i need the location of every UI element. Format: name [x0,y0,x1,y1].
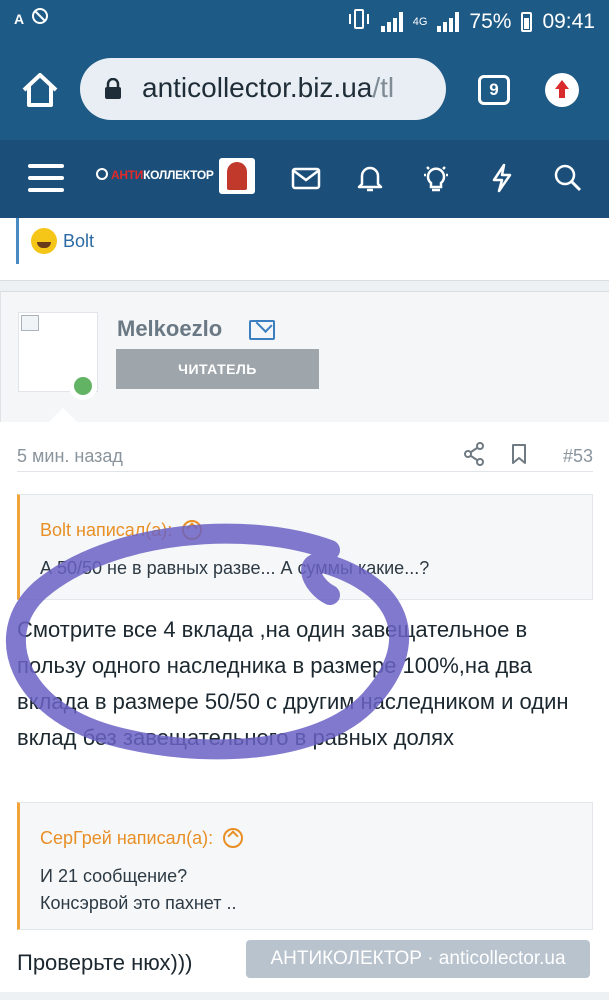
jump-up-icon-2[interactable] [223,828,244,848]
quote-text-2: И 21 сообщение? Консэрвой это пахнет .. [20,857,592,917]
inbox-icon[interactable] [290,162,322,194]
url-path: /tl [372,72,395,103]
url-domain: anticollector.biz.ua [142,72,373,103]
battery-percent: 75% [469,10,512,33]
site-logo[interactable]: АНТИКОЛЛЕКТОР [96,168,214,182]
status-bar: A 4G 75% 09:41 [0,0,609,40]
reaction-user[interactable]: Bolt [63,231,94,252]
user-avatar[interactable] [219,158,255,194]
jump-up-icon[interactable] [182,520,203,540]
post-number[interactable]: #53 [563,446,593,467]
svg-text:A: A [14,11,24,27]
search-icon[interactable] [552,162,584,194]
menu-icon[interactable] [28,164,64,194]
vibrate-icon [347,8,371,36]
post-body-2: Проверьте нюх))) [17,950,193,975]
home-icon [22,73,58,107]
post-separator [0,280,609,292]
previous-post: Bolt [0,218,609,292]
header-pointer [49,408,77,422]
post-meta: 5 мин. назад #53 [17,422,593,472]
message-icon[interactable] [249,320,275,340]
post-body: Смотрите все 4 вклада ,на один завещател… [17,617,569,750]
signal-icon-2 [437,12,460,32]
quote-block: Bolt написал(а): А 50/50 не в равных раз… [17,494,593,600]
quote-header[interactable]: Bolt написал(а): [20,495,592,549]
bell-icon[interactable] [354,162,386,194]
signal-icon [380,12,403,32]
lightbulb-icon[interactable] [420,162,452,194]
network-type: 4G [412,16,428,28]
browser-toolbar: anticollector.biz.ua/tl 9 [0,40,609,140]
notification-icons: A [14,6,54,37]
quote-line-1: И 21 сообщение? [40,866,188,886]
broken-image-icon [21,315,39,331]
address-bar[interactable]: anticollector.biz.ua/tl [80,58,446,120]
notification-icon: A [14,8,48,27]
reactions-bar[interactable]: Bolt [16,218,594,264]
quote-block-2: СерГрей написал(а): И 21 сообщение? Конс… [17,802,593,930]
battery-icon [521,12,533,32]
quote-text: А 50/50 не в равных разве... А суммы как… [40,558,430,578]
tab-switcher-button[interactable]: 9 [478,75,510,105]
laughing-emoji-icon [31,228,57,254]
quote-author-2[interactable]: СерГрей написал(а): [40,828,213,849]
url-text: anticollector.biz.ua/tl [142,72,394,104]
role-badge: ЧИТАТЕЛЬ [116,349,319,389]
logo-prefix: АНТИ [111,168,144,182]
quote-line-2: Консэрвой это пахнет .. [40,893,237,913]
quote-author[interactable]: Bolt написал(а): [40,520,172,541]
online-status-icon [69,372,97,400]
watermark: АНТИКОЛЕКТОР · anticollector.ua [246,940,590,978]
bookmark-icon[interactable] [511,443,527,465]
post-user-header: Melkoezlo ЧИТАТЕЛЬ [0,292,609,422]
lock-icon [104,77,122,105]
footer-separator [0,992,609,1000]
post-time[interactable]: 5 мин. назад [17,446,123,467]
site-navbar: АНТИКОЛЛЕКТОР [0,140,609,218]
lightning-icon[interactable] [486,162,518,194]
author-username[interactable]: Melkoezlo [117,316,222,342]
quote-header-2[interactable]: СерГрей написал(а): [20,803,592,857]
home-button[interactable] [20,70,60,110]
update-icon[interactable] [545,73,579,107]
clock: 09:41 [542,10,595,33]
logo-rest: КОЛЛЕКТОР [143,168,214,182]
post: Melkoezlo ЧИТАТЕЛЬ 5 мин. назад #53 Bolt… [0,292,609,1000]
share-icon[interactable] [463,442,485,466]
shield-icon [96,168,108,180]
